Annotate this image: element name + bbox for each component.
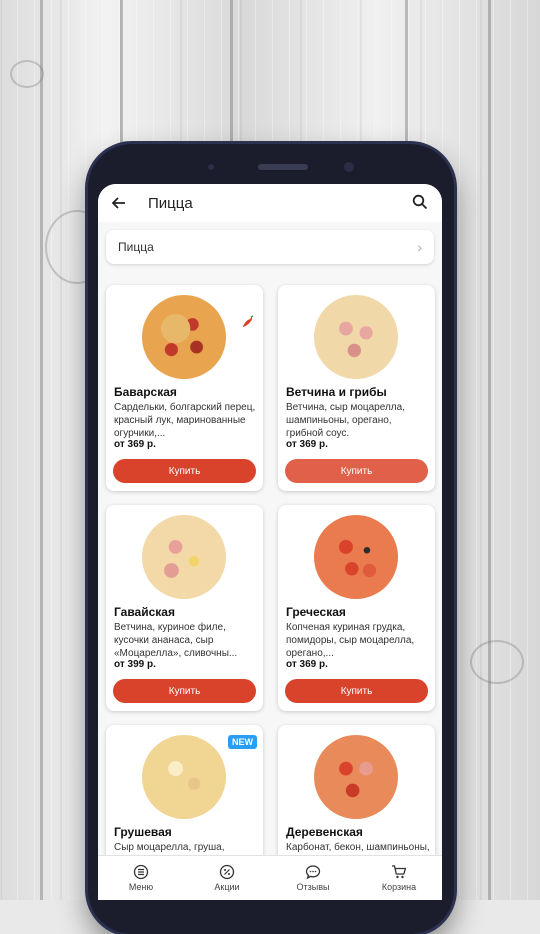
app-screen: Пицца Пицца › Баварская Сардельки, болга… [98, 184, 442, 900]
front-camera [344, 162, 354, 172]
pizza-image [142, 295, 226, 379]
menu-icon [133, 864, 149, 880]
buy-button[interactable]: Купить [113, 679, 256, 703]
tab-promotions[interactable]: Акции [187, 864, 267, 892]
bottom-tab-bar: Меню Акции Отзывы Корзина [98, 855, 442, 900]
product-name: Грушевая [114, 825, 172, 839]
app-bar: Пицца [98, 184, 442, 222]
tab-label: Акции [214, 882, 240, 892]
new-badge: NEW [228, 735, 257, 749]
product-price: от 399 р. [114, 659, 156, 670]
product-description: Копченая куриная грудка, помидоры, сыр м… [286, 622, 415, 659]
product-name: Баварская [114, 385, 177, 399]
product-card[interactable]: Ветчина и грибы Ветчина, сыр моцарелла, … [278, 285, 435, 491]
product-card[interactable]: Греческая Копченая куриная грудка, помид… [278, 505, 435, 711]
product-description: Ветчина, сыр моцарелла, шампиньоны, орег… [286, 402, 405, 439]
page-title: Пицца [148, 194, 193, 212]
category-selector[interactable]: Пицца › [106, 230, 434, 264]
product-name: Ветчина и грибы [286, 385, 387, 399]
buy-button[interactable]: Купить [113, 459, 256, 483]
tab-reviews[interactable]: Отзывы [273, 864, 353, 892]
product-description: Ветчина, куриное филе, кусочки ананаса, … [114, 622, 238, 659]
chat-icon [305, 865, 321, 880]
buy-button[interactable]: Купить [285, 679, 428, 703]
pizza-image [142, 735, 226, 819]
chevron-right-icon: › [417, 239, 422, 255]
product-price: от 369 р. [114, 439, 156, 450]
percent-icon [219, 864, 235, 880]
product-card[interactable]: Гавайская Ветчина, куриное филе, кусочки… [106, 505, 263, 711]
tab-label: Корзина [381, 882, 417, 892]
tab-label: Отзывы [296, 882, 330, 892]
tab-label: Меню [128, 882, 154, 892]
sensor [208, 164, 214, 170]
cart-icon [392, 865, 407, 879]
product-description: Сардельки, болгарский перец, красный лук… [114, 402, 256, 439]
category-selector-value: Пицца [118, 240, 154, 254]
product-name: Деревенская [286, 825, 363, 839]
back-arrow-icon[interactable] [110, 194, 128, 212]
pizza-image [314, 295, 398, 379]
speaker-grille [258, 164, 308, 170]
chili-pepper-icon [243, 315, 254, 327]
product-card[interactable]: Баварская Сардельки, болгарский перец, к… [106, 285, 263, 491]
tab-cart[interactable]: Корзина [359, 864, 439, 892]
search-icon[interactable] [412, 194, 430, 212]
tab-menu[interactable]: Меню [101, 864, 181, 892]
product-name: Гавайская [114, 605, 175, 619]
pizza-image [314, 515, 398, 599]
product-price: от 369 р. [286, 659, 328, 670]
pizza-image [142, 515, 226, 599]
pizza-image [314, 735, 398, 819]
buy-button[interactable]: Купить [285, 459, 428, 483]
product-price: от 369 р. [286, 439, 328, 450]
product-name: Греческая [286, 605, 346, 619]
